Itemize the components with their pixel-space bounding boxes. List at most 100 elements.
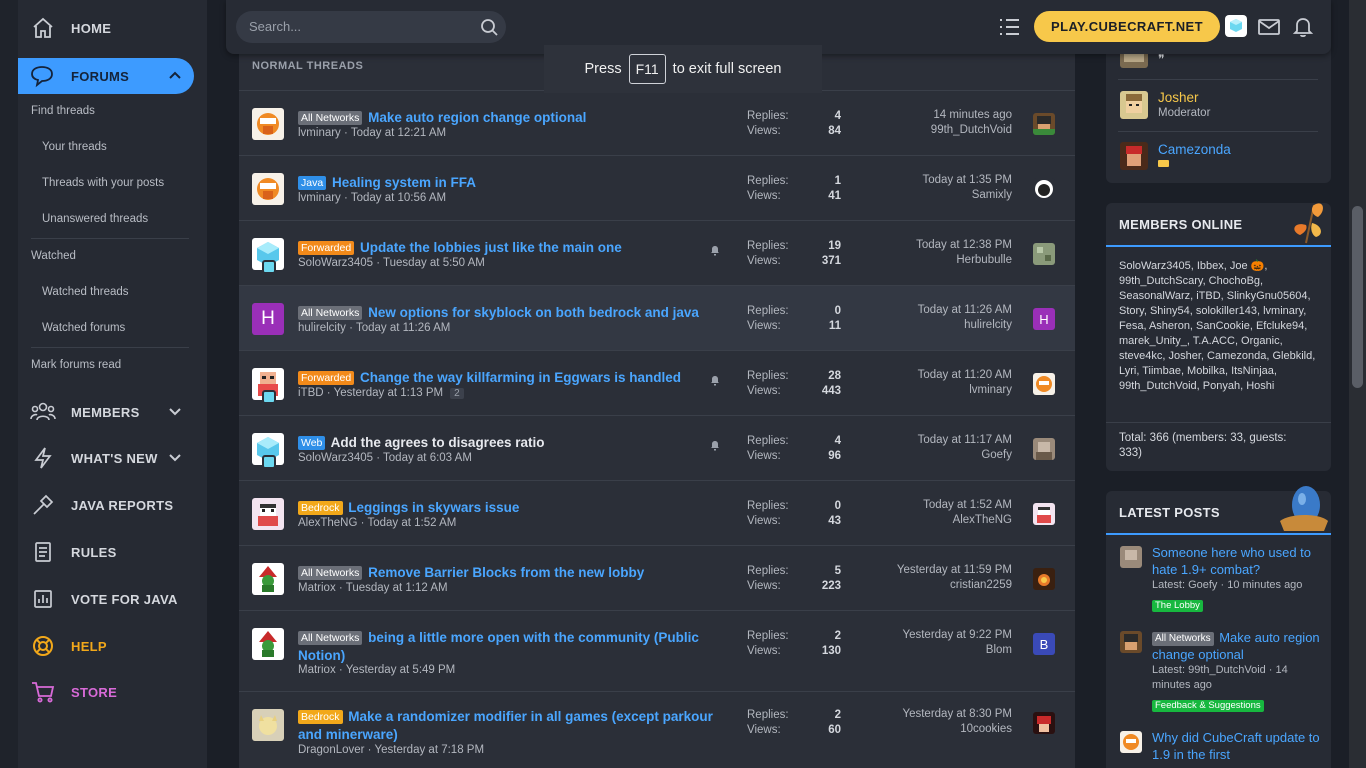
nav-java-reports[interactable]: JAVA REPORTS (18, 487, 194, 523)
last-post-date[interactable]: 14 minutes ago (933, 109, 1012, 121)
thread-title[interactable]: Bedrock Leggings in skywars issue (298, 499, 718, 517)
thread-date[interactable]: Today at 11:26 AM (356, 322, 450, 334)
bell-icon[interactable] (1291, 15, 1315, 39)
forum-node-badge[interactable]: Feedback & Suggestions (1152, 695, 1264, 713)
last-poster-avatar[interactable] (1033, 712, 1055, 734)
last-post-date[interactable]: Today at 1:52 AM (923, 499, 1012, 511)
thread-row[interactable]: Forwarded Update the lobbies just like t… (239, 221, 1075, 286)
nav-store[interactable]: STORE (18, 674, 194, 710)
thread-title[interactable]: All Networks being a little more open wi… (298, 629, 718, 665)
scrollbar-thumb[interactable] (1352, 206, 1363, 388)
last-poster-avatar[interactable] (1033, 568, 1055, 590)
nav-mark-read[interactable]: Mark forums read (31, 359, 121, 371)
thread-title[interactable]: All Networks Make auto region change opt… (298, 109, 718, 127)
thread-author[interactable]: SoloWarz3405 (298, 257, 373, 269)
thread-title-text[interactable]: Healing system in FFA (332, 175, 476, 190)
last-post-user[interactable]: Samixly (972, 189, 1012, 201)
nav-help[interactable]: HELP (18, 628, 194, 664)
thread-title-text[interactable]: Update the lobbies just like the main on… (360, 240, 622, 255)
prefix-badge[interactable]: Forwarded (298, 241, 355, 255)
last-post-user[interactable]: AlexTheNG (953, 514, 1012, 526)
thread-row[interactable]: Bedrock Leggings in skywars issue AlexTh… (239, 481, 1075, 546)
chevron-up-icon[interactable] (168, 68, 182, 85)
nav-unanswered-threads[interactable]: Unanswered threads (42, 213, 148, 225)
thread-date[interactable]: Yesterday at 1:13 PM (334, 387, 444, 399)
thread-title[interactable]: Bedrock Make a randomizer modifier in al… (298, 708, 718, 744)
forum-node-badge[interactable]: The Lobby (1152, 595, 1203, 613)
nav-forums[interactable]: FORUMS (18, 58, 194, 94)
thread-date[interactable]: Tuesday at 1:12 AM (346, 582, 448, 594)
last-poster-avatar[interactable] (1033, 178, 1055, 200)
thread-title-text[interactable]: Remove Barrier Blocks from the new lobby (368, 565, 644, 580)
last-post-user[interactable]: Goefy (981, 449, 1012, 461)
thread-date[interactable]: Today at 6:03 AM (383, 452, 472, 464)
nav-vote[interactable]: VOTE FOR JAVA (18, 581, 194, 617)
prefix-badge[interactable]: Java (298, 176, 327, 190)
thread-title-text[interactable]: Make a randomizer modifier in all games … (298, 709, 713, 742)
thread-date[interactable]: Today at 1:52 AM (367, 517, 456, 529)
last-post-date[interactable]: Yesterday at 8:30 PM (902, 708, 1012, 720)
prefix-badge[interactable]: All Networks (298, 306, 363, 320)
last-post-date[interactable]: Today at 11:26 AM (918, 304, 1012, 316)
last-post-user[interactable]: 10cookies (960, 723, 1012, 735)
search-input[interactable] (249, 19, 469, 34)
prefix-badge[interactable]: Bedrock (298, 501, 343, 515)
thread-title-text[interactable]: New options for skyblock on both bedrock… (368, 305, 699, 320)
poster-avatar[interactable] (1120, 631, 1142, 653)
search-icon[interactable] (478, 16, 500, 38)
nav-watched-threads[interactable]: Watched threads (42, 286, 129, 298)
nav-watched[interactable]: Watched (31, 250, 76, 262)
thread-row[interactable]: All Networks Remove Barrier Blocks from … (239, 546, 1075, 611)
thread-author[interactable]: hulirelcity (298, 322, 346, 334)
list-icon[interactable] (997, 15, 1021, 39)
last-poster-avatar[interactable] (1033, 113, 1055, 135)
last-post-date[interactable]: Today at 11:17 AM (918, 434, 1012, 446)
page-scrollbar[interactable] (1349, 0, 1366, 768)
author-avatar[interactable] (252, 563, 284, 595)
author-avatar[interactable] (252, 173, 284, 205)
thread-title[interactable]: All Networks New options for skyblock on… (298, 304, 728, 322)
last-poster-avatar[interactable] (1033, 503, 1055, 525)
latest-post-title[interactable]: All Networks Make auto region change opt… (1152, 629, 1322, 663)
last-post-user[interactable]: Herbubulle (956, 254, 1012, 266)
prefix-badge[interactable]: Bedrock (298, 710, 343, 724)
thread-title-text[interactable]: Leggings in skywars issue (348, 500, 519, 515)
thread-row[interactable]: Java Healing system in FFA lvminary · To… (239, 156, 1075, 221)
thread-author[interactable]: DragonLover (298, 744, 364, 756)
nav-rules[interactable]: RULES (18, 534, 194, 570)
thread-row[interactable]: All Networks being a little more open wi… (239, 611, 1075, 692)
thread-date[interactable]: Tuesday at 5:50 AM (383, 257, 485, 269)
last-post-date[interactable]: Today at 12:38 PM (916, 239, 1012, 251)
thread-row[interactable]: All Networks Make auto region change opt… (239, 91, 1075, 156)
last-poster-avatar[interactable]: B (1033, 633, 1055, 655)
last-post-user[interactable]: lvminary (969, 384, 1012, 396)
prefix-badge[interactable]: All Networks (298, 111, 363, 125)
last-poster-avatar[interactable] (1033, 438, 1055, 460)
thread-row[interactable]: Web Add the agrees to disagrees ratio So… (239, 416, 1075, 481)
prefix-badge[interactable]: All Networks (298, 631, 363, 645)
thread-title-text[interactable]: Change the way killfarming in Eggwars is… (360, 370, 681, 385)
latest-post-title[interactable]: Someone here who used to hate 1.9+ comba… (1152, 544, 1322, 578)
nav-whats-new[interactable]: WHAT'S NEW (18, 440, 194, 476)
thread-author[interactable]: Matriox (298, 582, 336, 594)
thread-title-text[interactable]: Make auto region change optional (368, 110, 586, 125)
thread-title[interactable]: All Networks Remove Barrier Blocks from … (298, 564, 718, 582)
last-post-user[interactable]: cristian2259 (950, 579, 1012, 591)
thread-title[interactable]: Java Healing system in FFA (298, 174, 718, 192)
mail-icon[interactable] (1257, 15, 1281, 39)
author-avatar[interactable] (252, 628, 284, 660)
thread-row[interactable]: Bedrock Make a randomizer modifier in al… (239, 692, 1075, 768)
nav-watched-forums[interactable]: Watched forums (42, 322, 125, 334)
thread-row[interactable]: H All Networks New options for skyblock … (239, 286, 1075, 351)
thread-author[interactable]: lvminary (298, 127, 341, 139)
last-poster-avatar[interactable]: H (1033, 308, 1055, 330)
thread-title[interactable]: Web Add the agrees to disagrees ratio (298, 434, 718, 452)
prefix-badge[interactable]: Forwarded (298, 371, 355, 385)
thread-title[interactable]: Forwarded Update the lobbies just like t… (298, 239, 718, 257)
thread-author[interactable]: lvminary (298, 192, 341, 204)
nav-threads-with-posts[interactable]: Threads with your posts (42, 177, 164, 189)
thread-author[interactable]: SoloWarz3405 (298, 452, 373, 464)
nav-your-threads[interactable]: Your threads (42, 141, 107, 153)
poster-avatar[interactable] (1120, 546, 1142, 568)
online-members-list[interactable]: SoloWarz3405, Ibbex, Joe 🎃, 99th_DutchSc… (1119, 259, 1324, 394)
